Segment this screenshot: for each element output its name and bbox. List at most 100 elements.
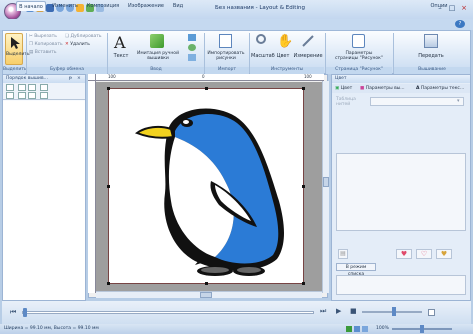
color-list[interactable] [336,153,466,231]
page-icon [352,34,365,48]
end-icon[interactable]: ⏭ [320,307,326,316]
transfer-icon [424,34,438,48]
order-bottom-icon[interactable] [40,84,48,91]
selection-handle[interactable] [107,185,110,188]
horizontal-scroll-thumb[interactable] [200,292,212,298]
tab-composition[interactable]: Композиция [84,1,122,11]
group-label-embroidery: Вышивание [394,67,470,74]
options-menu[interactable]: Опции [428,1,450,11]
realistic-view-icon[interactable] [354,326,360,332]
paste-button[interactable]: ▤ Вставить [29,50,57,56]
color-panel-title: Цвет [335,76,347,81]
heart-icon[interactable]: ♥ [396,249,412,259]
design-view-icon[interactable] [346,326,352,332]
merge-icon[interactable] [28,92,36,99]
shape-tools[interactable] [184,34,202,62]
order-down-icon[interactable] [28,84,36,91]
ruler-mark: 100 [108,74,116,79]
pin-icon[interactable]: ᵽ [69,75,72,83]
order-top-icon[interactable] [6,84,14,91]
tab-text-params[interactable]: A Параметры текс... [416,84,464,93]
duplicate-icon: ❏ [65,34,70,39]
ruler-mark: 100 [304,74,312,79]
sewing-order-panel: Порядок вышив... ᵽ × [2,74,86,301]
selection-handle[interactable] [205,282,208,285]
selection-handle[interactable] [302,282,305,285]
transfer-label: Передать [418,53,444,59]
hand-embroidery-label: Имитация ручной вышивки [137,51,179,61]
tab-sewing-params[interactable]: ■ Параметры вы... [360,84,405,93]
shape-icon [188,34,196,41]
speed-slider[interactable] [362,307,422,316]
stitch-progress-track[interactable] [22,308,314,317]
stitch-progress-thumb[interactable] [23,308,27,317]
selection-handle[interactable] [302,87,305,90]
color-button[interactable]: ✋ Цвет [274,33,294,66]
play-icon[interactable]: ▶ [336,307,341,315]
cursor-icon[interactable] [40,92,48,99]
selection-handle[interactable] [302,185,305,188]
ribbon: Выделить Выделить ✂ Вырезать ❐ Копироват… [2,30,471,74]
stop-icon[interactable]: ■ [350,307,357,315]
jump-checkbox[interactable] [428,309,435,316]
import-picture-icon [219,34,232,48]
text-button[interactable]: A Текст [110,33,132,66]
magnifier-icon [256,34,266,44]
tab-color[interactable]: ▣ Цвет [335,84,352,93]
horizontal-ruler: 100 0 100 [96,74,324,81]
design-page[interactable] [108,88,304,284]
help-button[interactable]: ? [455,20,465,28]
start-icon[interactable]: ⏮ [10,308,16,317]
status-bar: Ширина = 99.10 мм, Высота = 99.10 мм 100… [0,324,473,334]
tab-home[interactable]: В начало [16,1,46,11]
color-label: Цвет [276,53,290,59]
list-mode-button[interactable]: В режим списка [336,263,376,277]
group-label-tools: Инструменты [250,67,324,74]
paste-icon: ▤ [29,50,34,55]
tab-image[interactable]: Изображение [126,1,166,11]
group-icon[interactable] [6,92,14,99]
ungroup-icon[interactable] [18,92,26,99]
zoom-slider-thumb[interactable] [420,325,424,333]
copy-button[interactable]: ❐ Копировать [29,42,63,48]
cut-button[interactable]: ✂ Вырезать [29,34,57,40]
zoom-label: Масштаб [251,53,275,59]
group-label-select: Выделить [3,67,27,74]
sewing-order-list[interactable] [3,101,85,300]
sewing-order-title: Порядок вышив... [6,76,48,81]
page-params-button[interactable]: Параметры страницы "Рисунок" [334,33,384,66]
penguin-image[interactable] [109,89,305,285]
copy-icon: ❐ [29,42,34,47]
list-view-icon[interactable]: ▤ [338,249,348,259]
hand-embroidery-button[interactable]: Имитация ручной вышивки [134,33,182,66]
color-panel-header: Цвет [332,75,470,83]
panel-close-icon[interactable]: × [77,75,81,83]
window-title: Без названия - Layout & Editing [215,5,305,11]
thread-chart-select[interactable]: ▾ [370,97,464,106]
delete-button[interactable]: ✕ Удалить [65,42,90,48]
selection-handle[interactable] [107,282,110,285]
vertical-scroll-thumb[interactable] [323,177,329,187]
stitch-view-icon[interactable] [362,326,368,332]
close-button[interactable]: × [459,4,469,13]
transfer-button[interactable]: Передать [411,33,451,66]
speed-slider-thumb[interactable] [392,307,396,316]
selection-handle[interactable] [107,87,110,90]
measure-button[interactable]: Измерение [293,33,323,66]
tab-edit[interactable]: Изменить [50,1,80,11]
hand-icon: ✋ [277,34,294,49]
vertical-scrollbar[interactable] [322,81,329,293]
selection-handle[interactable] [205,87,208,90]
zoom-button[interactable]: Масштаб [251,33,275,66]
color-panel-tabs: ▣ Цвет ■ Параметры вы... A Параметры тек… [332,84,470,93]
hearts-icon[interactable]: ♥ [436,249,452,259]
fill-icon [188,44,196,51]
select-button[interactable]: Выделить [5,33,30,65]
tab-view[interactable]: Вид [170,1,186,11]
duplicate-button[interactable]: ❏ Дублировать [65,34,102,40]
chevron-down-icon: ▾ [457,98,460,104]
horizontal-scrollbar[interactable] [96,291,322,298]
heart-outline-icon[interactable]: ♡ [416,249,432,259]
order-up-icon[interactable] [18,84,26,91]
import-pictures-button[interactable]: Импортировать рисунки [206,33,246,66]
